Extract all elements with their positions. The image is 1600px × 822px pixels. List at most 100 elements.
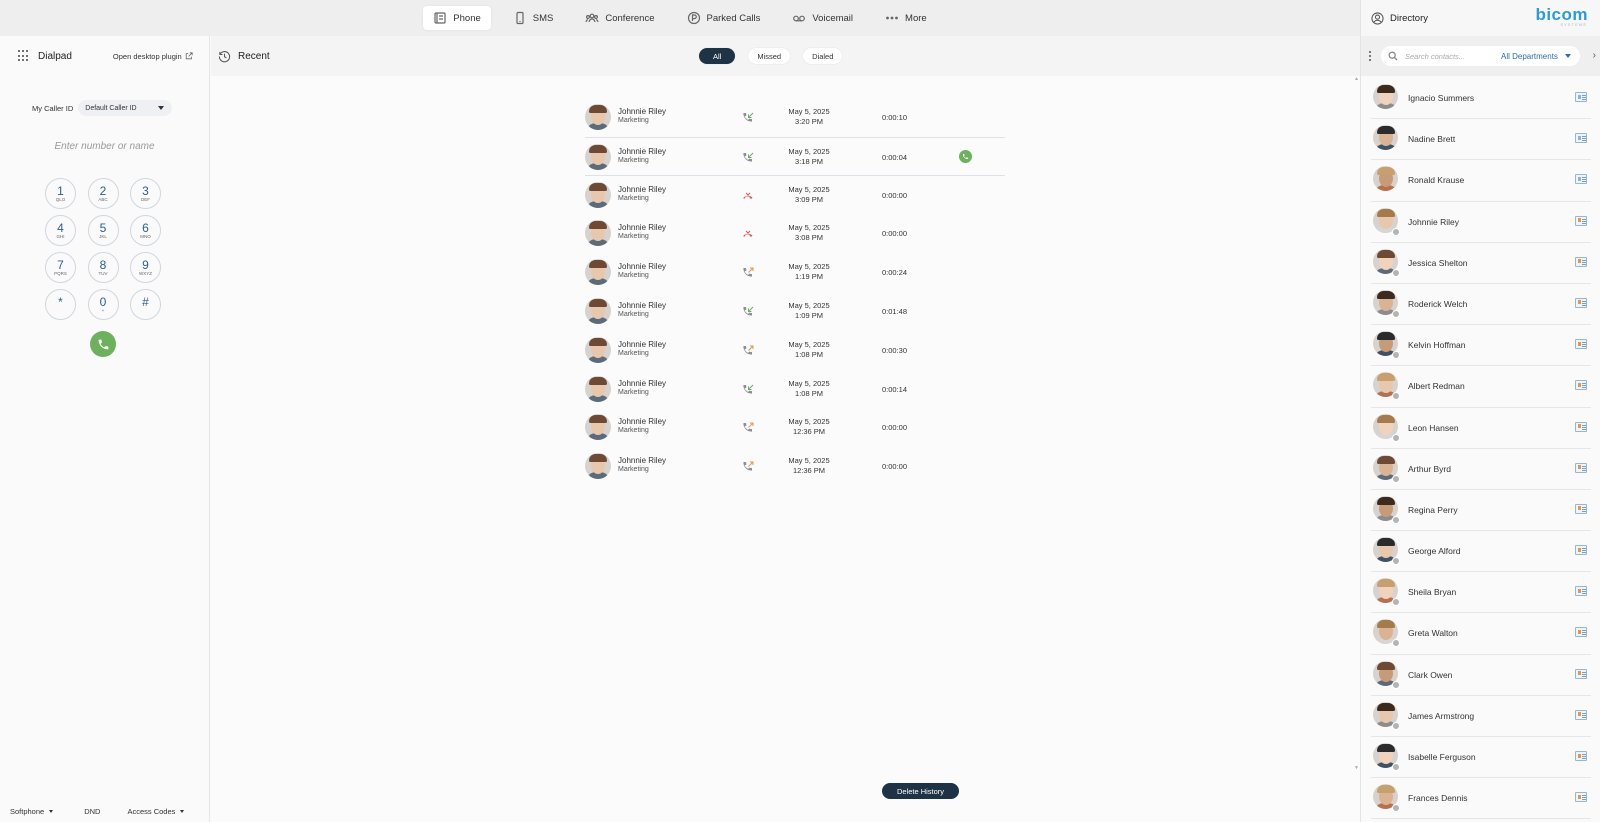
dial-key[interactable]: 6 MNO xyxy=(130,215,161,246)
contact-row[interactable]: Arthur Byrd xyxy=(1371,449,1591,490)
call-filters: All Missed Dialed xyxy=(699,48,843,64)
nav-tab-voicemail[interactable]: Voicemail xyxy=(782,6,863,30)
dial-key[interactable]: 2 ABC xyxy=(87,178,119,209)
contact-row[interactable]: Ronald Krause xyxy=(1371,160,1591,202)
filter-all[interactable]: All xyxy=(699,48,736,64)
contact-card-icon[interactable] xyxy=(1575,627,1587,638)
scroll-down-arrow[interactable]: ▼ xyxy=(1354,765,1359,771)
contact-row[interactable]: Sheila Bryan xyxy=(1371,572,1591,614)
call-history-row[interactable]: Johnnie Riley Marketing May 5, 2025 3:20 PM… xyxy=(585,98,1005,137)
contact-row[interactable]: Johnnie Riley xyxy=(1371,202,1591,243)
call-button[interactable] xyxy=(90,331,116,357)
contact-card-icon[interactable] xyxy=(1575,503,1587,514)
contact-row[interactable]: Leon Hansen xyxy=(1371,408,1591,449)
incoming-call-icon xyxy=(742,151,754,163)
dial-key[interactable]: * xyxy=(45,289,76,320)
contact-card-icon[interactable] xyxy=(1575,751,1587,761)
dial-key[interactable]: 0 + xyxy=(87,289,119,320)
contact-card-icon[interactable] xyxy=(1575,380,1587,391)
open-desktop-plugin-link[interactable]: Open desktop plugin xyxy=(113,52,193,61)
dial-key[interactable]: # xyxy=(130,289,161,320)
nav-tab-phone[interactable]: Phone xyxy=(423,6,491,30)
contact-row[interactable]: Nadine Brett xyxy=(1371,119,1591,161)
dial-key-letters: DEF xyxy=(141,196,150,202)
delete-history-button[interactable]: Delete History xyxy=(882,783,959,799)
dial-key[interactable]: 8 TUV xyxy=(87,252,119,283)
contact-card-icon[interactable] xyxy=(1575,256,1587,267)
contact-row[interactable]: George Alford xyxy=(1371,531,1591,573)
dial-key[interactable]: 9 WXYZ xyxy=(130,252,161,283)
filter-missed[interactable]: Missed xyxy=(748,48,791,64)
contact-row[interactable]: Greta Walton xyxy=(1371,613,1591,655)
contact-card-icon[interactable] xyxy=(1575,174,1587,185)
call-history-row[interactable]: Johnnie Riley Marketing May 5, 2025 12:36 P… xyxy=(585,408,1005,447)
contact-card-icon[interactable] xyxy=(1575,792,1587,803)
contact-card-icon[interactable] xyxy=(1575,215,1587,226)
call-history-row[interactable]: Johnnie Riley Marketing May 5, 2025 12:36 P… xyxy=(585,447,1005,486)
call-history-row[interactable]: Johnnie Riley Marketing May 5, 2025 1:08 PM… xyxy=(585,331,1005,370)
call-history-row[interactable]: Johnnie Riley Marketing May 5, 2025 1:19 PM… xyxy=(585,253,1005,292)
contact-row[interactable]: Frances Dennis xyxy=(1371,778,1591,820)
recent-title-group: Recent xyxy=(218,50,270,63)
dial-key[interactable]: 5 JKL xyxy=(87,215,119,246)
caller-name: Johnnie Riley xyxy=(618,456,667,466)
redial-button[interactable] xyxy=(959,149,972,163)
outgoing-call-icon xyxy=(742,421,754,433)
presence-indicator xyxy=(1392,392,1400,401)
contact-search-input[interactable]: Search contacts... xyxy=(1405,52,1501,61)
contact-row[interactable]: Kelvin Hoffman xyxy=(1371,325,1591,367)
chevron-right-icon[interactable]: › xyxy=(1593,50,1596,61)
contact-row[interactable]: Albert Redman xyxy=(1371,366,1591,408)
dial-key[interactable]: 1 QLO xyxy=(45,178,76,209)
nav-tab-parked-calls[interactable]: Parked Calls xyxy=(677,6,771,30)
contact-row[interactable]: Jessica Shelton xyxy=(1371,243,1591,284)
dial-key[interactable]: 3 DEF xyxy=(130,178,161,209)
call-time: 1:09 PM xyxy=(795,310,823,320)
scroll-up-arrow[interactable]: ▲ xyxy=(1354,76,1359,82)
caller-department: Marketing xyxy=(618,466,649,474)
contact-row[interactable]: Isabelle Ferguson xyxy=(1371,737,1591,779)
contact-card-icon[interactable] xyxy=(1575,133,1587,144)
directory-header: Directory bicom SYSTEMS xyxy=(1361,0,1600,36)
caller-id-select[interactable]: Default Caller ID xyxy=(78,100,173,116)
softphone-select[interactable]: Softphone xyxy=(10,807,54,816)
dial-key-letters: JKL xyxy=(99,233,107,239)
call-history-row[interactable]: Johnnie Riley Marketing May 5, 2025 3:08 PM… xyxy=(585,214,1005,253)
contact-card-icon[interactable] xyxy=(1575,709,1587,720)
call-history-row[interactable]: Johnnie Riley Marketing May 5, 2025 3:18 PM… xyxy=(585,136,1005,176)
call-history-row[interactable]: Johnnie Riley Marketing May 5, 2025 3:09 PM… xyxy=(585,176,1005,215)
call-history-row[interactable]: Johnnie Riley Marketing May 5, 2025 1:09 PM… xyxy=(585,292,1005,331)
contact-card-icon[interactable] xyxy=(1575,92,1587,102)
dial-key[interactable]: 7 PQRS xyxy=(45,252,76,283)
number-input[interactable]: Enter number or name xyxy=(25,141,185,152)
access-codes-select[interactable]: Access Codes xyxy=(127,807,185,816)
call-datetime: May 5, 2025 12:36 PM xyxy=(783,417,835,437)
contact-card-icon[interactable] xyxy=(1575,421,1587,432)
contact-card-icon[interactable] xyxy=(1575,297,1587,308)
dnd-toggle[interactable]: DND xyxy=(84,807,100,816)
directory-panel: Directory bicom SYSTEMS Search contacts.… xyxy=(1360,0,1600,822)
history-icon xyxy=(218,50,231,62)
dial-key[interactable]: 4 GHI xyxy=(45,215,76,246)
contact-card-icon[interactable] xyxy=(1575,339,1587,350)
contact-card-icon[interactable] xyxy=(1575,462,1587,473)
nav-tab-label: More xyxy=(905,12,927,24)
department-select[interactable]: All Departments xyxy=(1501,52,1571,61)
nav-tab-more[interactable]: More xyxy=(875,6,937,30)
contact-card-icon[interactable] xyxy=(1575,545,1587,556)
call-date: May 5, 2025 xyxy=(788,417,830,427)
contact-row[interactable]: Regina Perry xyxy=(1371,490,1591,532)
contact-row[interactable]: James Armstrong xyxy=(1371,696,1591,737)
contact-card-icon[interactable] xyxy=(1575,668,1587,679)
nav-tab-sms[interactable]: SMS xyxy=(503,6,564,30)
contact-search-box[interactable]: Search contacts... All Departments xyxy=(1381,46,1580,66)
nav-tab-conference[interactable]: Conference xyxy=(575,6,664,30)
contact-row[interactable]: Ignacio Summers xyxy=(1371,78,1591,120)
contact-card-icon[interactable] xyxy=(1575,586,1587,597)
call-history-row[interactable]: Johnnie Riley Marketing May 5, 2025 1:08 PM… xyxy=(585,370,1005,409)
contact-row[interactable]: Roderick Welch xyxy=(1371,284,1591,326)
incoming-call-icon xyxy=(742,305,754,317)
kebab-menu-icon[interactable] xyxy=(1369,51,1372,61)
contact-row[interactable]: Clark Owen xyxy=(1371,655,1591,696)
filter-dialed[interactable]: Dialed xyxy=(803,48,843,64)
